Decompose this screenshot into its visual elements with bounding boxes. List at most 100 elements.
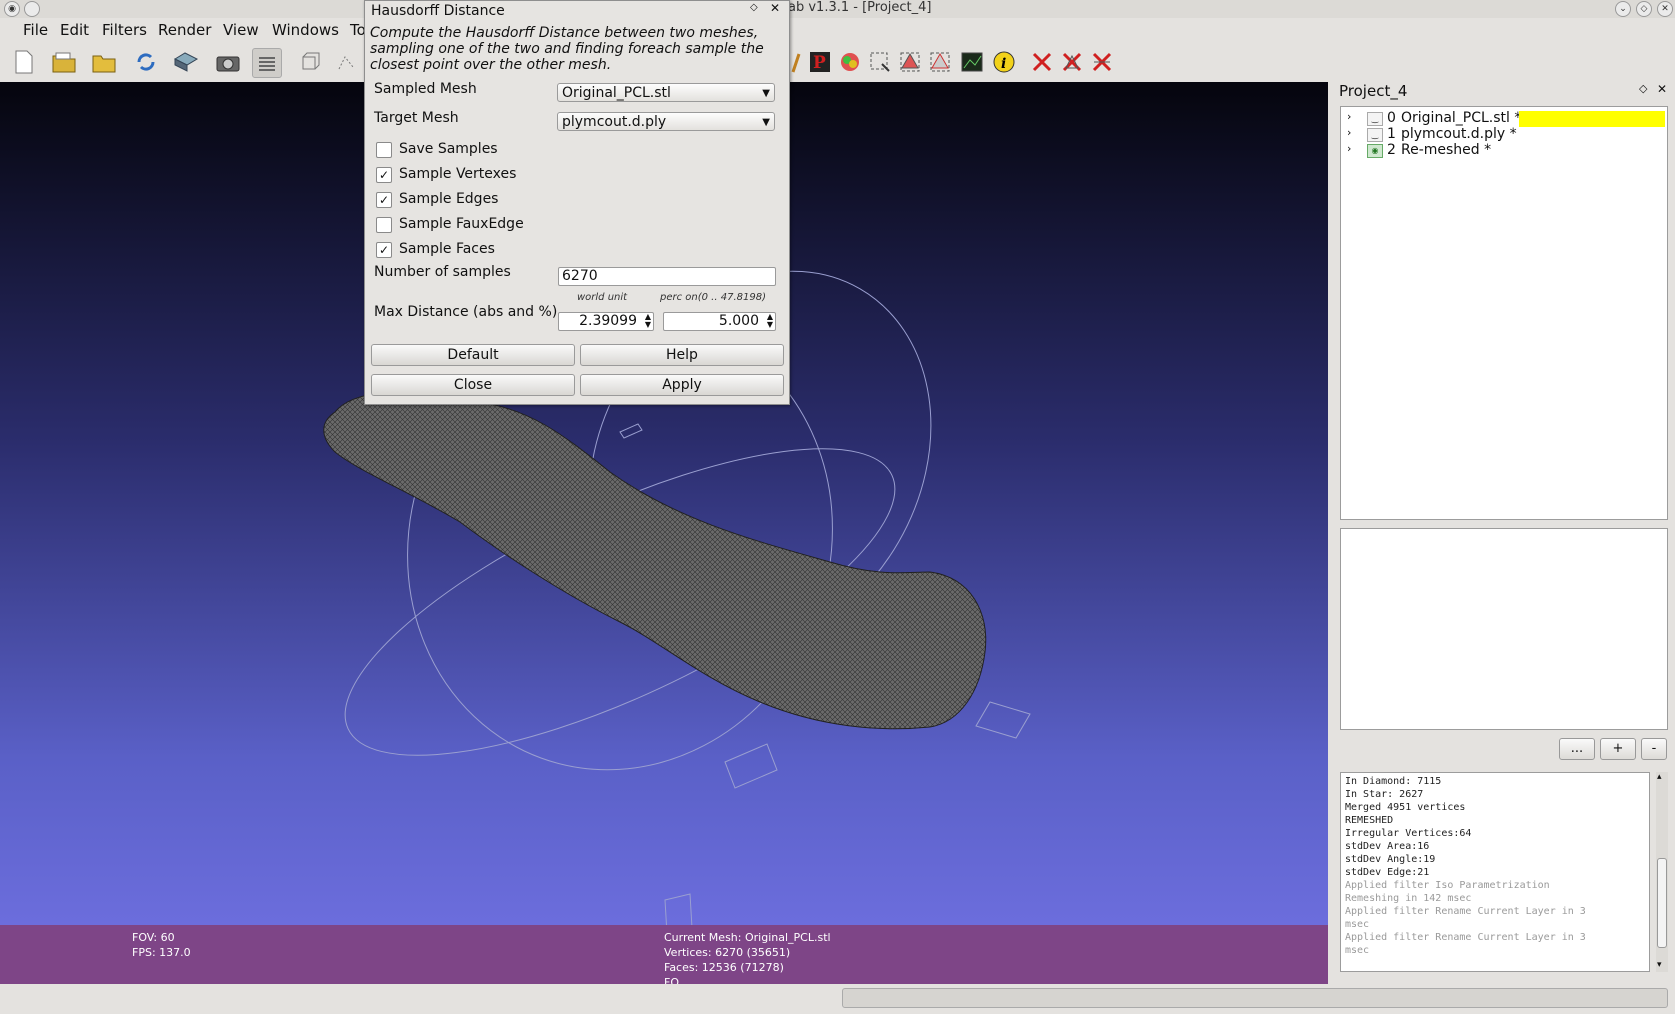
apply-button[interactable]: Apply <box>580 374 784 396</box>
default-button[interactable]: Default <box>371 344 575 366</box>
layer-panel: Project_4 ◇ ✕ › ‿ 0 Original_PCL.stl * ›… <box>1334 82 1675 984</box>
toolbar: P i <box>0 42 1675 82</box>
help-button[interactable]: Help <box>580 344 784 366</box>
info-icon[interactable]: i <box>990 48 1018 76</box>
close-window-icon[interactable]: ✕ <box>1657 1 1673 17</box>
minimize-icon[interactable]: ⌄ <box>1615 1 1631 17</box>
menu-windows[interactable]: Windows <box>272 21 339 39</box>
target-mesh-select[interactable]: plymcout.d.ply ▼ <box>557 112 775 131</box>
select-faces-icon[interactable] <box>896 48 924 76</box>
layers-icon[interactable] <box>252 48 282 78</box>
menu-view[interactable]: View <box>223 21 259 39</box>
sampled-mesh-value: Original_PCL.stl <box>562 85 671 101</box>
snapshot-icon[interactable] <box>214 48 242 76</box>
app-menu-icon[interactable]: ◉ <box>4 1 20 17</box>
layer-name: Re-meshed * <box>1401 142 1492 158</box>
log-scrollbar[interactable]: ▴ ▾ <box>1656 772 1668 972</box>
scroll-thumb[interactable] <box>1657 858 1667 948</box>
max-distance-perc-spinbox[interactable]: 5.000 ▲ ▼ <box>663 312 776 331</box>
chevron-down-icon: ▼ <box>762 117 770 128</box>
checkbox-sample-fauxedge[interactable] <box>376 217 392 233</box>
checkbox-sample-vertexes[interactable]: ✓ <box>376 167 392 183</box>
reload-icon[interactable] <box>132 48 160 76</box>
scroll-up-icon[interactable]: ▴ <box>1657 772 1662 782</box>
log-line: stdDev Area:16 <box>1345 841 1430 852</box>
checkbox-sample-faces[interactable]: ✓ <box>376 242 392 258</box>
current-mesh-text: Current Mesh: Original_PCL.stl <box>664 931 831 944</box>
menu-render[interactable]: Render <box>158 21 211 39</box>
add-button[interactable]: + <box>1600 738 1636 760</box>
scroll-down-icon[interactable]: ▾ <box>1657 960 1662 970</box>
expand-arrow-icon[interactable]: › <box>1347 110 1351 123</box>
menu-filters[interactable]: Filters <box>102 21 147 39</box>
status-bar <box>0 984 1675 1014</box>
log-line: Applied filter Rename Current Layer in 3 <box>1345 932 1586 943</box>
perc-label: perc on(0 .. 47.8198) <box>660 292 766 303</box>
checkbox-label[interactable]: Sample Edges <box>399 191 498 207</box>
hausdorff-dialog: Hausdorff Distance ◇ ✕ Compute the Hausd… <box>364 0 790 405</box>
close-panel-icon[interactable]: ✕ <box>1657 82 1667 96</box>
log-line: Merged 4951 vertices <box>1345 802 1466 813</box>
float-panel-icon[interactable]: ◇ <box>1639 82 1647 95</box>
spin-arrows-icon[interactable]: ▲ ▼ <box>767 313 773 329</box>
checkbox-save-samples[interactable] <box>376 142 392 158</box>
layer-row-2[interactable]: › ◉ 2 Re-meshed * <box>1341 142 1667 159</box>
menu-file[interactable]: File <box>23 21 48 39</box>
svg-text:P: P <box>813 53 826 73</box>
layer-row-1[interactable]: › ‿ 1 plymcout.d.ply * <box>1341 126 1667 143</box>
dialog-float-icon[interactable]: ◇ <box>750 2 758 13</box>
points-icon[interactable] <box>332 48 360 76</box>
eye-open-icon[interactable]: ◉ <box>1367 144 1383 158</box>
maximize-icon[interactable]: ◇ <box>1636 1 1652 17</box>
log-line: stdDev Angle:19 <box>1345 854 1436 865</box>
delete-faces-icon[interactable] <box>1088 48 1116 76</box>
max-distance-perc-value: 5.000 <box>718 313 759 329</box>
viewport-info-bar: FOV: 60 FPS: 137.0 Current Mesh: Origina… <box>0 925 1328 984</box>
select-region-icon[interactable] <box>866 48 894 76</box>
raster-icon[interactable] <box>958 48 986 76</box>
delete-vertices-icon[interactable] <box>1058 48 1086 76</box>
spin-arrows-icon[interactable]: ▲ ▼ <box>645 313 651 329</box>
log-line: REMESHED <box>1345 815 1394 826</box>
expand-arrow-icon[interactable]: › <box>1347 126 1351 139</box>
checkbox-label[interactable]: Sample Vertexes <box>399 166 516 182</box>
close-button[interactable]: Close <box>371 374 575 396</box>
layer-row-0[interactable]: › ‿ 0 Original_PCL.stl * <box>1341 110 1667 127</box>
selection-highlight <box>1519 111 1665 127</box>
window-dot-icon[interactable] <box>24 1 40 17</box>
target-mesh-value: plymcout.d.ply <box>562 114 667 130</box>
open-project-icon[interactable] <box>50 48 78 76</box>
sampled-mesh-select[interactable]: Original_PCL.stl ▼ <box>557 83 775 102</box>
remove-button[interactable]: - <box>1641 738 1667 760</box>
open-mesh-icon[interactable] <box>90 48 118 76</box>
layer-list: › ‿ 0 Original_PCL.stl * › ‿ 1 plymcout.… <box>1340 106 1668 520</box>
expand-arrow-icon[interactable]: › <box>1347 142 1351 155</box>
menu-edit[interactable]: Edit <box>60 21 89 39</box>
project-title: Project_4 <box>1339 82 1408 100</box>
paint-icon[interactable]: P <box>806 48 834 76</box>
bbox-icon[interactable] <box>296 48 324 76</box>
delete-selected-icon[interactable] <box>1028 48 1056 76</box>
svg-text:i: i <box>1001 56 1006 72</box>
checkbox-sample-edges[interactable]: ✓ <box>376 192 392 208</box>
samples-label: Number of samples <box>374 264 511 280</box>
eye-closed-icon[interactable]: ‿ <box>1367 112 1383 126</box>
title-bar: ◉ ab v1.3.1 - [Project_4] ⌄ ◇ ✕ <box>0 0 1675 18</box>
save-icon[interactable] <box>172 48 200 76</box>
eye-closed-icon[interactable]: ‿ <box>1367 128 1383 142</box>
samples-input[interactable]: 6270 <box>558 267 776 286</box>
checkbox-label[interactable]: Sample FauxEdge <box>399 216 524 232</box>
select-vertices-icon[interactable] <box>926 48 954 76</box>
checkbox-label[interactable]: Save Samples <box>399 141 498 157</box>
checkbox-label[interactable]: Sample Faces <box>399 241 495 257</box>
log-line: Irregular Vertices:64 <box>1345 828 1472 839</box>
log-line: Remeshing in 142 msec <box>1345 893 1472 904</box>
fps-text: FPS: 137.0 <box>132 946 191 959</box>
color-icon[interactable] <box>836 48 864 76</box>
dialog-close-icon[interactable]: ✕ <box>770 1 780 15</box>
sampled-mesh-label: Sampled Mesh <box>374 81 477 97</box>
new-project-icon[interactable] <box>10 48 38 76</box>
more-button[interactable]: ... <box>1559 738 1595 760</box>
layer-index: 2 <box>1387 142 1396 158</box>
max-distance-abs-spinbox[interactable]: 2.39099 ▲ ▼ <box>558 312 654 331</box>
